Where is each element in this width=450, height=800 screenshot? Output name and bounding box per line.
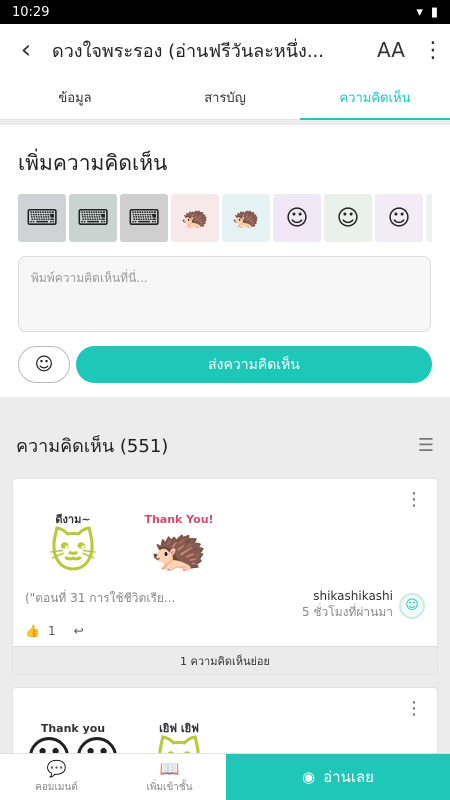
read-now-label: อ่านเลย <box>323 768 374 786</box>
sticker-option[interactable]: ☺ <box>426 194 432 242</box>
comment-stickers: Thank you ☺☺ เยิฟ เยิฟ 🐱 <box>13 688 437 754</box>
comment-bubble-icon: 💬 <box>46 759 67 778</box>
sticker-option[interactable]: ☺ <box>273 194 321 242</box>
chapter-excerpt-link[interactable]: ("ตอนที่ 31 การใช้ชีวิตเรีย... <box>25 589 185 608</box>
bookmark-book-icon: 📖 <box>159 759 180 778</box>
tab-info[interactable]: ข้อมูล <box>0 76 150 119</box>
add-to-shelf-button[interactable]: 📖 เพิ่มเข้าชั้น <box>113 754 226 800</box>
keyboard-sticker-icon: ⌨ <box>26 205 58 231</box>
author-name[interactable]: shikashikashi <box>302 589 393 603</box>
comments-header: ความคิดเห็น (551) ☰ <box>0 397 450 478</box>
reply-icon[interactable]: ↩ <box>74 624 84 638</box>
author-block: shikashikashi 5 ชั่วโมงที่ผ่านมา ☺ <box>302 589 425 622</box>
comment-nav-label: คอมเมนต์ <box>35 782 78 793</box>
cat-icon: 🐱 <box>155 737 203 753</box>
keyboard-sticker-icon: ⌨ <box>128 205 160 231</box>
sticker-option[interactable]: ⌨ <box>120 194 168 242</box>
smiley-icon: ☺ <box>34 354 54 375</box>
author-info: shikashikashi 5 ชั่วโมงที่ผ่านมา <box>302 589 393 622</box>
boy-sticker-icon: ☺ <box>336 205 360 231</box>
tab-contents[interactable]: สารบัญ <box>150 76 300 119</box>
font-size-button[interactable]: AA <box>366 38 416 62</box>
bottom-nav: 💬 คอมเมนต์ 📖 เพิ่มเข้าชั้น ◉ อ่านเลย <box>0 753 450 800</box>
sticker-option[interactable]: ☺ <box>324 194 372 242</box>
add-comment-heading: เพิ่มความคิดเห็น <box>18 151 168 175</box>
add-comment-panel: เพิ่มความคิดเห็น ⌨ ⌨ ⌨ 🦔 🦔 ☺ ☺ ☺ ☺ พิมพ์… <box>0 125 450 397</box>
cat-icon: 🐱 <box>49 524 97 578</box>
read-now-button[interactable]: ◉ อ่านเลย <box>226 754 450 800</box>
sticker-picker: ⌨ ⌨ ⌨ 🦔 🦔 ☺ ☺ ☺ ☺ <box>18 194 432 242</box>
app-bar: ‹ ดวงใจพระรอง (อ่านฟรีวันละหนึ่ง... AA ⋮ <box>0 24 450 76</box>
add-to-shelf-label: เพิ่มเข้าชั้น <box>146 782 193 793</box>
thumbs-up-icon[interactable]: 👍 <box>25 624 40 638</box>
sticker-option[interactable]: ☺ <box>375 194 423 242</box>
cat-sticker-image: เยิฟ เยิฟ 🐱 <box>131 702 227 753</box>
more-options-icon[interactable]: ⋮ <box>416 38 450 63</box>
send-comment-button[interactable]: ส่งความคิดเห็น <box>76 346 432 383</box>
hedgehog-sticker-icon: 🦔 <box>232 205 260 231</box>
status-bar: 10:29 ▾ ▮ <box>0 0 450 24</box>
filter-sliders-icon[interactable]: ☰ <box>418 435 434 456</box>
cat-sticker-image: ดีงาม~ 🐱 <box>25 493 121 589</box>
girl-sticker-icon: ☺ <box>285 205 309 231</box>
hedgehog-sticker-icon: 🦔 <box>181 205 209 231</box>
sticker-option[interactable]: 🦔 <box>171 194 219 242</box>
comment-nav-button[interactable]: 💬 คอมเมนต์ <box>0 754 113 800</box>
send-row: ☺ ส่งความคิดเห็น <box>18 346 432 383</box>
sticker-option[interactable]: ⌨ <box>69 194 117 242</box>
avatar[interactable]: ☺ <box>399 592 425 619</box>
status-time: 10:29 <box>12 4 50 20</box>
comment-stickers: ดีงาม~ 🐱 Thank You! 🦔 <box>13 479 437 583</box>
comment-card: ⋮ Thank you ☺☺ เยิฟ เยิฟ 🐱 <box>12 687 438 753</box>
comment-time: 5 ชั่วโมงที่ผ่านมา <box>301 605 393 619</box>
replies-link[interactable]: 1 ความคิดเห็นย่อย <box>13 646 437 674</box>
girl-sticker-icon: ☺ <box>387 205 411 231</box>
comments-scroll-area[interactable]: เพิ่มความคิดเห็น ⌨ ⌨ ⌨ 🦔 🦔 ☺ ☺ ☺ ☺ พิมพ์… <box>0 121 450 753</box>
sticker-option[interactable]: ⌨ <box>18 194 66 242</box>
back-icon[interactable]: ‹ <box>0 24 52 76</box>
wifi-icon: ▾ <box>416 4 423 20</box>
more-options-icon[interactable]: ⋮ <box>405 698 423 719</box>
comment-actions: 👍 1 ↩ <box>13 622 437 646</box>
like-count: 1 <box>47 624 56 638</box>
couple-sticker-image: Thank you ☺☺ <box>25 702 121 754</box>
more-options-icon[interactable]: ⋮ <box>405 489 423 510</box>
hedgehog-sticker-image: Thank You! 🦔 <box>131 493 227 589</box>
eye-icon: ◉ <box>302 768 316 786</box>
sticker-option[interactable]: 🦔 <box>222 194 270 242</box>
tab-bar: ข้อมูล สารบัญ ความคิดเห็น <box>0 76 450 120</box>
battery-icon: ▮ <box>430 4 438 20</box>
comment-card: ⋮ ดีงาม~ 🐱 Thank You! 🦔 ("ตอนที่ 31 การใ… <box>12 478 438 675</box>
tab-comments[interactable]: ความคิดเห็น <box>300 76 450 120</box>
keyboard-sticker-icon: ⌨ <box>77 205 109 231</box>
status-icons: ▾ ▮ <box>416 5 438 20</box>
comments-count-heading: ความคิดเห็น (551) <box>16 436 169 457</box>
comment-input[interactable]: พิมพ์ความคิดเห็นที่นี่... <box>18 256 431 332</box>
page-title: ดวงใจพระรอง (อ่านฟรีวันละหนึ่ง... <box>52 40 325 62</box>
emoji-button[interactable]: ☺ <box>18 346 70 383</box>
hedgehog-icon: 🦔 <box>150 521 208 576</box>
couple-icon: ☺☺ <box>25 735 121 754</box>
